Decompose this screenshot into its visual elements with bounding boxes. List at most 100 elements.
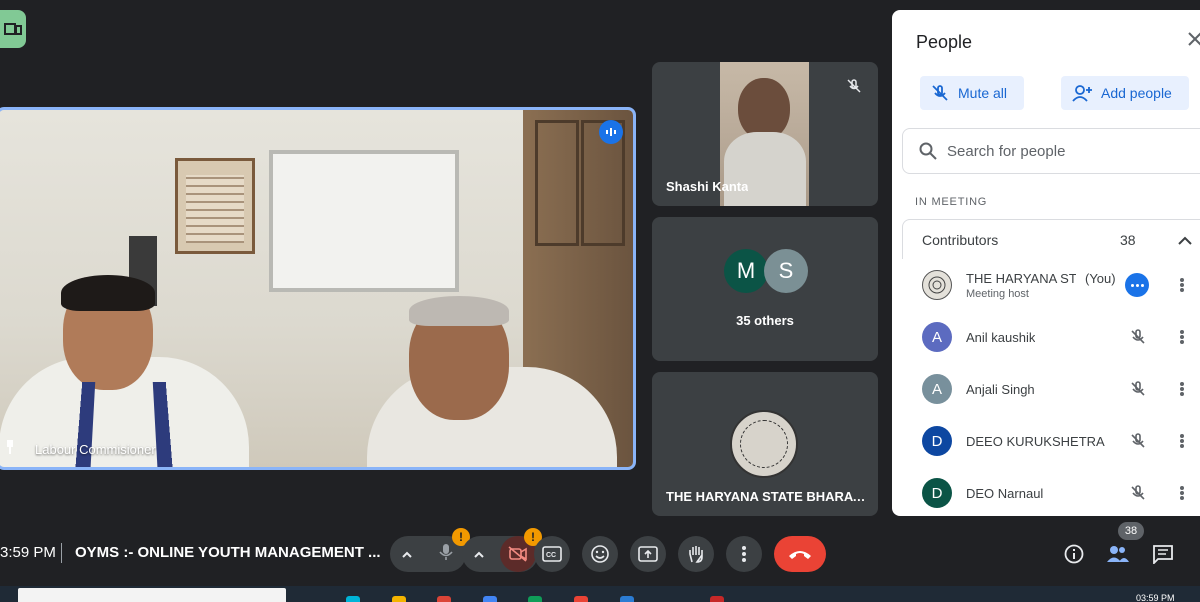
captions-button[interactable]: CC (534, 536, 570, 572)
avatar: M (724, 249, 768, 293)
layout-badge[interactable] (0, 10, 26, 48)
avatar (922, 270, 952, 300)
taskbar-app-icon[interactable] (710, 596, 724, 602)
meeting-details-button[interactable] (1062, 542, 1086, 566)
whiteboard (269, 150, 459, 292)
others-count-label: 35 others (736, 313, 794, 328)
participant-name: Shashi Kanta (666, 179, 749, 194)
group-label: Contributors (922, 231, 999, 248)
mic-off-icon[interactable] (1127, 326, 1149, 348)
more-vert-icon[interactable] (1176, 326, 1188, 348)
phone-hangup-icon (789, 551, 811, 559)
avatar: S (764, 249, 808, 293)
mic-off-icon[interactable] (1127, 378, 1149, 400)
group-count: 38 (1120, 231, 1136, 248)
participant-name: Anil kaushik (966, 329, 1036, 345)
host-label: Meeting host (966, 288, 1029, 300)
people-count-badge: 38 (1118, 522, 1144, 540)
avatar-group: M S (724, 249, 808, 293)
search-icon (919, 142, 937, 160)
mic-off-icon[interactable] (1127, 482, 1149, 504)
speaking-indicator-icon (599, 120, 623, 144)
svg-text:CC: CC (546, 552, 556, 559)
contributors-group-header[interactable]: Contributors 38 (902, 219, 1200, 259)
participant-name: DEEO KURUKSHETRA (966, 433, 1105, 449)
wall-calendar (175, 158, 255, 254)
chevron-up-icon[interactable] (1178, 232, 1192, 248)
close-icon[interactable] (1188, 30, 1200, 51)
person-left-hair (61, 275, 155, 311)
pin-icon[interactable] (5, 440, 15, 457)
person-right-hair (409, 296, 509, 326)
divider (61, 543, 62, 563)
people-panel: People Mute all Add people Search for pe… (892, 10, 1200, 516)
participant-row[interactable]: THE HARYANA ST... (You) Meeting host (902, 259, 1200, 311)
taskbar-clock: 03:59 PM (1136, 593, 1175, 602)
participant-list: THE HARYANA ST... (You) Meeting host A A… (902, 259, 1200, 516)
mic-off-icon (932, 85, 948, 101)
main-video-tile[interactable]: Labour Commisioner (0, 107, 636, 470)
present-icon (4, 23, 22, 35)
search-placeholder: Search for people (947, 142, 1066, 160)
you-label: (You) (1085, 271, 1116, 286)
participant-name: THE HARYANA ST... (966, 271, 1076, 286)
os-taskbar: 03:59 PM (0, 586, 1200, 602)
chevron-up-icon[interactable] (474, 547, 484, 561)
info-icon (1064, 544, 1084, 564)
participant-name: Anjali Singh (966, 381, 1035, 397)
taskbar-app-icon[interactable] (346, 596, 360, 602)
participant-row[interactable]: D DEEO KURUKSHETRA (902, 415, 1200, 467)
captions-icon: CC (542, 546, 562, 562)
end-call-button[interactable] (774, 536, 826, 572)
more-options-button[interactable] (726, 536, 762, 572)
participant-tile-1[interactable]: Shashi Kanta (652, 62, 878, 206)
panel-title: People (916, 32, 973, 52)
mute-all-button[interactable]: Mute all (920, 76, 1024, 110)
mute-all-label: Mute all (958, 85, 1008, 101)
reactions-button[interactable] (582, 536, 618, 572)
taskbar-app-icon[interactable] (528, 596, 542, 602)
taskbar-app-icon[interactable] (483, 596, 497, 602)
emoji-icon (591, 545, 609, 563)
chat-button[interactable] (1151, 542, 1175, 566)
participant-tile-others[interactable]: M S 35 others (652, 217, 878, 361)
mic-off-icon[interactable] (1127, 430, 1149, 452)
section-label: IN MEETING (915, 196, 988, 208)
participant-name: DEO Narnaul (966, 485, 1044, 501)
camera-control[interactable]: ! (462, 528, 542, 572)
taskbar-app-icon[interactable] (392, 596, 406, 602)
muted-mic-icon (844, 76, 864, 96)
participant-row[interactable]: A Anil kaushik (902, 311, 1200, 363)
raise-hand-button[interactable] (678, 536, 714, 572)
more-vert-icon[interactable] (1176, 274, 1188, 296)
mic-off-icon[interactable] (438, 543, 454, 566)
more-options-button[interactable] (1125, 273, 1149, 297)
people-button[interactable] (1106, 542, 1130, 566)
search-input[interactable]: Search for people (902, 128, 1200, 174)
more-vert-icon[interactable] (1176, 482, 1188, 504)
meeting-time: 3:59 PM (0, 544, 56, 561)
participant-row[interactable]: D DEO Narnaul (902, 467, 1200, 516)
taskbar-app-icon[interactable] (437, 596, 451, 602)
more-vert-icon[interactable] (1176, 430, 1188, 452)
add-people-label: Add people (1101, 85, 1172, 101)
participant-tile-3[interactable]: THE HARYANA STATE BHARAT... (652, 372, 878, 516)
chevron-up-icon[interactable] (402, 547, 412, 561)
hand-icon (689, 546, 703, 563)
participant-row[interactable]: A Anjali Singh (902, 363, 1200, 415)
main-speaker-name: Labour Commisioner (35, 442, 156, 457)
avatar: D (922, 478, 952, 508)
add-people-button[interactable]: Add people (1061, 76, 1189, 110)
scouts-emblem-icon (730, 410, 798, 478)
taskbar-search-input[interactable] (18, 588, 286, 602)
more-vert-icon (742, 546, 746, 562)
more-vert-icon[interactable] (1176, 378, 1188, 400)
people-icon (1107, 546, 1129, 562)
chat-icon (1153, 545, 1173, 564)
taskbar-app-icon[interactable] (620, 596, 634, 602)
present-button[interactable] (630, 536, 666, 572)
microphone-control[interactable]: ! (390, 528, 470, 572)
avatar: A (922, 322, 952, 352)
present-screen-icon (638, 546, 658, 562)
taskbar-app-icon[interactable] (574, 596, 588, 602)
